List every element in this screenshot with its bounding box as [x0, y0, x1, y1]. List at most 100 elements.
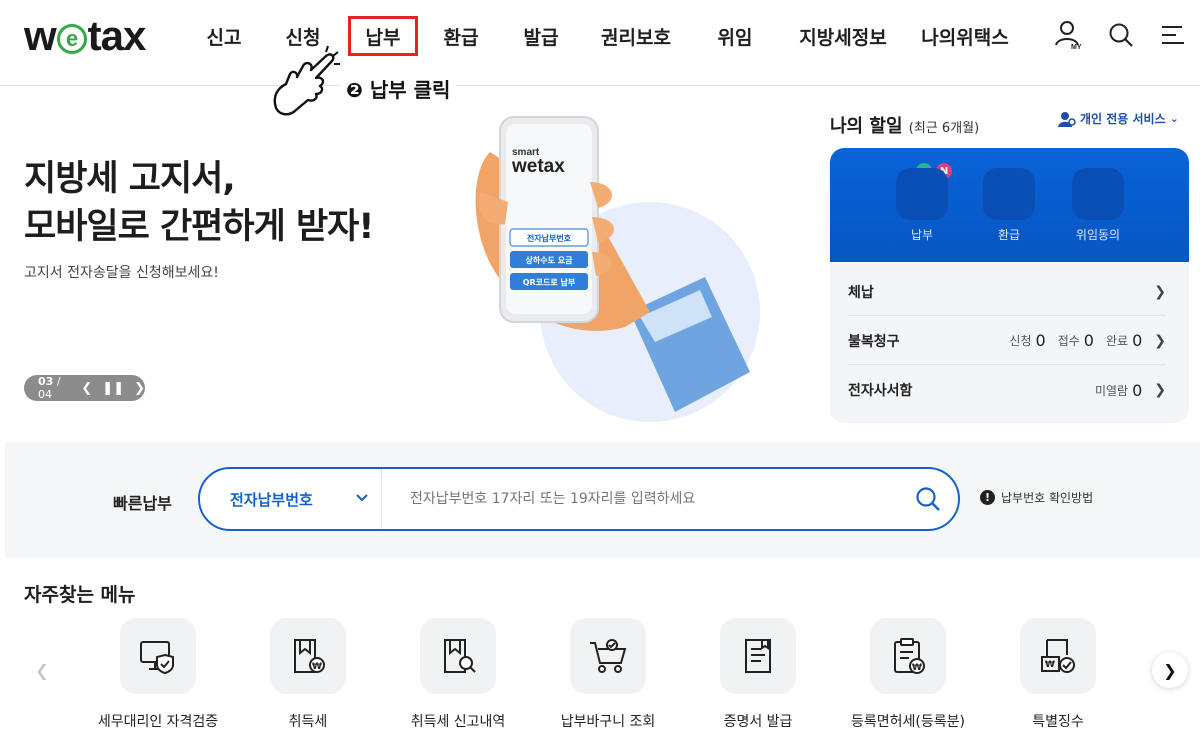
menu-tax-agent-verification[interactable]: 세무대리인 자격검증 [73, 618, 243, 731]
annotation-text: ❷ 납부 클릭 [340, 74, 457, 103]
payment-number-help-link[interactable]: ! 납부번호 확인방법 [980, 489, 1093, 506]
menu-certificate-issue[interactable]: 증명서 발급 [673, 618, 843, 731]
svg-text:₩: ₩ [912, 663, 922, 673]
task-row-label: 불복청구 [848, 333, 900, 350]
logo-tax: tax [87, 12, 147, 59]
nav-local-tax-info[interactable]: 지방세정보 [776, 16, 910, 56]
frequent-menu-title: 자주찾는 메뉴 [24, 584, 136, 606]
personal-service-label: 개인 전용 서비스 [1080, 112, 1166, 126]
task-row-label: 체납 [848, 284, 874, 301]
site-header: w e tax 신고 신청 납부 환급 발급 권리보호 위임 지방세정보 나의위택스… [0, 0, 1200, 86]
phone-btn-2: 상하수도 요금 [526, 255, 574, 265]
slider-prev-icon[interactable]: ❮ [81, 381, 92, 396]
search-icon [916, 487, 940, 511]
chevron-left-icon: ❮ [35, 660, 49, 680]
quick-delegation-consent[interactable]: 위임동의 [1070, 168, 1126, 243]
menu-label: 취득세 신고내역 [410, 714, 506, 730]
payment-number-type-select[interactable]: 전자납부번호 [200, 469, 382, 529]
menu-registration-license-tax[interactable]: ₩ 등록면허세(등록분) [823, 618, 993, 731]
task-row-label: 전자사서함 [848, 383, 913, 399]
clipboard-won-icon: ₩ [870, 618, 946, 694]
tasks-panel: + N 납부 환급 위임동의 체납 ❯ 불복청구 신청0 접수0 완료0 ❯ 전… [830, 148, 1189, 423]
task-row-appeal[interactable]: 불복청구 신청 0 접수 0 완료 0 ❯ [848, 317, 1166, 365]
quick-delegation-label: 위임동의 [1075, 228, 1121, 242]
stat-completed: 완료 0 [1105, 331, 1143, 350]
hero-subtitle: 고지서 전자송달을 신청해보세요! [24, 265, 219, 281]
nav-rights[interactable]: 권리보호 [578, 16, 694, 56]
quick-refund[interactable]: 환급 [982, 168, 1036, 243]
chevron-right-icon: ❯ [1163, 660, 1177, 680]
tasks-quick-area: + N 납부 환급 위임동의 [830, 148, 1189, 262]
wetax-logo[interactable]: w e tax [24, 12, 147, 60]
quick-payment-label: 납부 [910, 228, 934, 242]
document-search-icon [420, 618, 496, 694]
nav-report[interactable]: 신고 [190, 16, 258, 56]
search-button[interactable] [898, 486, 958, 512]
nav-my-wetax[interactable]: 나의위택스 [910, 16, 1020, 56]
quick-refund-label: 환급 [997, 228, 1021, 242]
phone-btn-3: QR코드로 납부 [523, 277, 576, 287]
carousel-next-button[interactable]: ❯ [1152, 652, 1188, 688]
svg-text:₩: ₩ [312, 662, 322, 672]
tasks-period: (최근 6개월) [908, 121, 980, 136]
search-icon[interactable] [1106, 18, 1136, 52]
task-row-e-mailbox[interactable]: 전자사서함 미열람 0 ❯ [848, 366, 1166, 414]
hero-phone-illustration: smart wetax 전자납부번호 상하수도 요금 QR코드로 납부 [450, 112, 760, 422]
payment-number-input[interactable] [382, 469, 898, 529]
nav-delegation[interactable]: 위임 [694, 16, 776, 56]
chevron-right-icon: ❯ [1154, 283, 1166, 300]
menu-label: 특별징수 [1032, 714, 1084, 730]
quick-pay-section: 빠른납부 전자납부번호 ! 납부번호 확인방법 [5, 442, 1200, 558]
menu-acquisition-tax-history[interactable]: 취득세 신고내역 [373, 618, 543, 731]
svg-text:₩: ₩ [1045, 660, 1055, 670]
carousel-prev-button[interactable]: ❮ [24, 652, 60, 688]
header-icons: MY [1054, 18, 1188, 52]
user-icon[interactable]: MY [1054, 18, 1084, 52]
chevron-down-icon [356, 494, 368, 502]
nav-issue[interactable]: 발급 [504, 16, 578, 56]
quick-pay-label: 빠른납부 [113, 494, 172, 513]
slider-next-icon[interactable]: ❯ [134, 381, 145, 396]
monitor-shield-icon [120, 618, 196, 694]
slider-current: 03 [38, 375, 54, 388]
hero-title: 지방세 고지서, 모바일로 간편하게 받자! [24, 155, 374, 251]
menu-label: 납부바구니 조회 [560, 714, 656, 730]
slider-control: 03 / 04 ❮ ❚❚ ❯ [24, 375, 145, 401]
stat-received: 접수 0 [1057, 331, 1094, 350]
info-icon: ! [980, 490, 995, 505]
chevron-right-icon: ❯ [1154, 382, 1166, 398]
document-check-icon: ₩ [1020, 618, 1096, 694]
help-label: 납부번호 확인방법 [1001, 491, 1094, 505]
select-value: 전자납부번호 [230, 490, 313, 509]
quick-payment[interactable]: 납부 [895, 168, 949, 243]
menu-label: 등록면허세(등록분) [851, 714, 965, 730]
chevron-down-icon: ⌄ [1169, 112, 1179, 125]
tasks-title-text: 나의 할일 [830, 116, 903, 137]
certificate-icon [720, 618, 796, 694]
task-row-arrears[interactable]: 체납 ❯ [848, 268, 1166, 316]
person-gear-icon [1058, 111, 1076, 127]
chevron-right-icon: ❯ [1154, 332, 1166, 349]
menu-icon[interactable] [1158, 18, 1188, 52]
hand-pointer-icon [273, 45, 340, 116]
hero-title-line2: 모바일로 간편하게 받자! [24, 207, 374, 247]
menu-payment-basket[interactable]: 납부바구니 조회 [523, 618, 693, 731]
menu-special-collection[interactable]: ₩ 특별징수 [973, 618, 1143, 731]
my-label: MY [1071, 44, 1082, 51]
menu-label: 증명서 발급 [723, 714, 793, 730]
phone-btn-1: 전자납부번호 [527, 233, 572, 243]
quick-pay-search-box: 전자납부번호 [198, 467, 960, 531]
payment-tile-icon [896, 168, 948, 220]
personal-service-link[interactable]: 개인 전용 서비스 ⌄ [1058, 110, 1179, 127]
slider-pause-icon[interactable]: ❚❚ [102, 381, 124, 396]
logo-w: w [24, 12, 57, 59]
menu-label: 취득세 [288, 714, 328, 730]
menu-acquisition-tax[interactable]: ₩ 취득세 [223, 618, 393, 731]
hero-title-line1: 지방세 고지서, [24, 159, 236, 199]
stat-unread: 미열람 0 [1094, 380, 1143, 400]
stat-applied: 신청 0 [1009, 331, 1046, 350]
document-won-icon: ₩ [270, 618, 346, 694]
phone-brand: wetax [511, 156, 565, 177]
slider-pagination: 03 / 04 [38, 375, 71, 401]
tasks-title: 나의 할일 (최근 6개월) [830, 112, 979, 138]
